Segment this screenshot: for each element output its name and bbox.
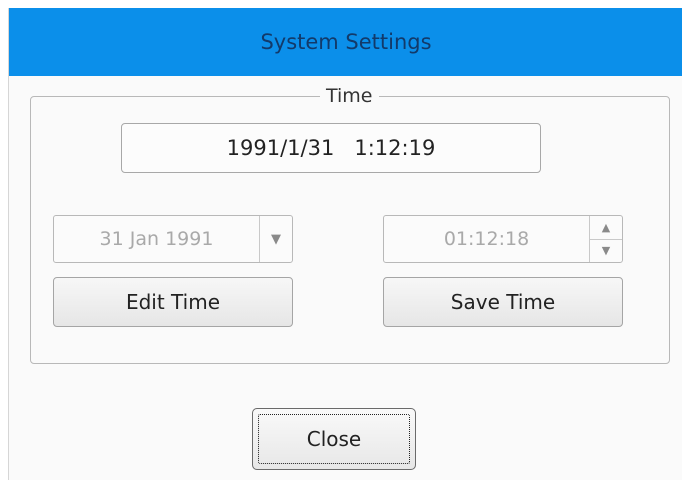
time-spinner[interactable]: 01:12:18 ▲ ▼: [383, 215, 623, 263]
chevron-down-icon[interactable]: ▼: [259, 216, 292, 262]
close-button[interactable]: Close: [252, 408, 416, 470]
edit-time-button[interactable]: Edit Time: [53, 277, 293, 327]
edit-time-label: Edit Time: [125, 290, 221, 314]
save-time-button[interactable]: Save Time: [383, 277, 623, 327]
time-spinner-value: 01:12:18: [443, 228, 530, 250]
time-group-legend: Time: [320, 84, 379, 108]
date-picker-value: 31 Jan 1991: [99, 228, 214, 250]
current-time-text: 1:12:19: [354, 136, 436, 160]
date-picker[interactable]: 31 Jan 1991 ▼: [53, 215, 293, 263]
arrow-down-icon[interactable]: ▼: [590, 238, 622, 263]
spin-buttons: ▲ ▼: [589, 216, 622, 262]
title-bar: System Settings: [9, 8, 682, 76]
current-date-text: 1991/1/31: [226, 136, 335, 160]
save-time-label: Save Time: [450, 290, 556, 314]
current-datetime-display: 1991/1/31 1:12:19: [121, 123, 541, 173]
close-label: Close: [306, 427, 362, 451]
time-groupbox: Time 1991/1/31 1:12:19 31 Jan 1991 ▼ 01:…: [30, 84, 670, 364]
system-settings-dialog: System Settings Time 1991/1/31 1:12:19 3…: [8, 8, 682, 480]
dialog-title: System Settings: [260, 30, 432, 54]
arrow-up-icon[interactable]: ▲: [590, 216, 622, 239]
